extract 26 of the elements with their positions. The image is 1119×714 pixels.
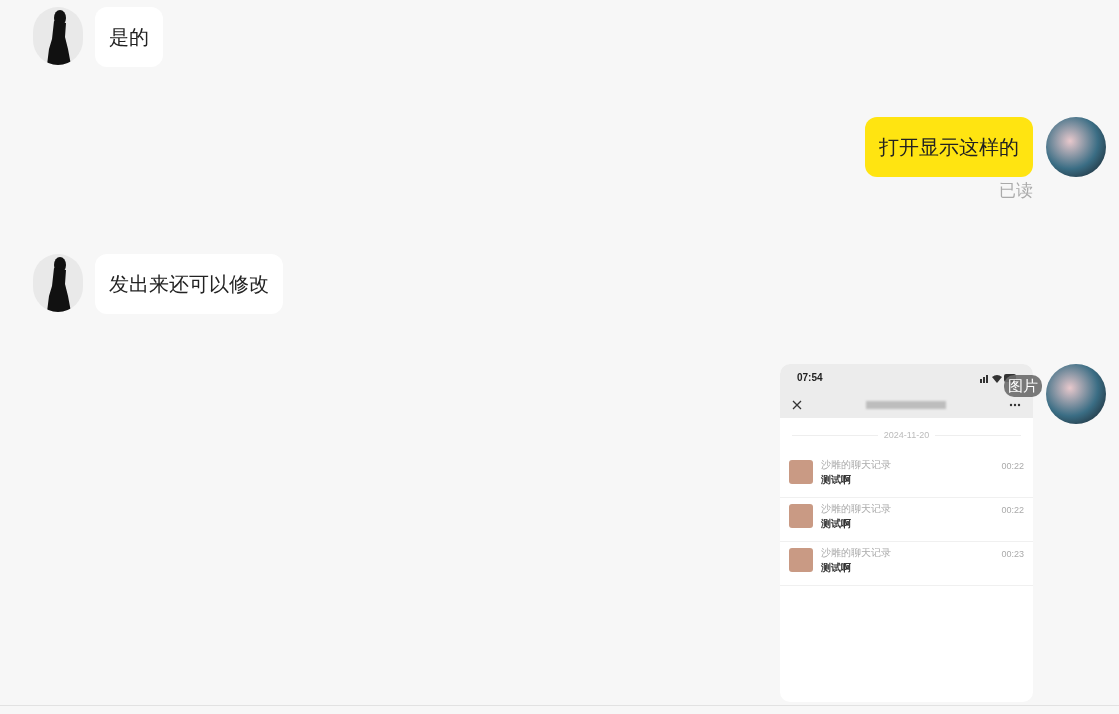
- date-label: 2024-11-20: [883, 428, 930, 442]
- photo-placeholder: [789, 459, 813, 484]
- record-time: 00:23: [1001, 547, 1024, 561]
- close-icon[interactable]: [792, 399, 802, 410]
- record-preview: 测试啊: [821, 560, 852, 575]
- record-title: 沙雕的聊天记录: [821, 546, 892, 559]
- record-title: 沙雕的聊天记录: [821, 502, 892, 515]
- message-bubble: 打开显示这样的: [865, 117, 1033, 177]
- read-status: 已读: [999, 180, 1033, 202]
- record-preview: 测试啊: [821, 516, 852, 531]
- record-row[interactable]: 沙雕的聊天记录 测试啊 00:22: [780, 453, 1033, 498]
- record-title: 沙雕的聊天记录: [821, 458, 892, 471]
- record-time: 00:22: [1001, 503, 1024, 517]
- avatar[interactable]: [1046, 117, 1106, 177]
- record-row[interactable]: 沙雕的聊天记录 测试啊 00:22: [780, 497, 1033, 542]
- more-icon[interactable]: [1009, 402, 1021, 407]
- message-bubble: 是的: [95, 7, 163, 67]
- record-row[interactable]: 沙雕的聊天记录 测试啊 00:23: [780, 541, 1033, 586]
- avatar[interactable]: [33, 253, 83, 312]
- message-bubble: 发出来还可以修改: [95, 253, 283, 314]
- record-time: 00:22: [1001, 459, 1024, 473]
- photo-placeholder: [789, 547, 813, 572]
- avatar[interactable]: [33, 7, 83, 65]
- status-time: 07:54: [797, 371, 823, 385]
- photo-placeholder: [789, 503, 813, 528]
- record-preview: 测试啊: [821, 472, 852, 487]
